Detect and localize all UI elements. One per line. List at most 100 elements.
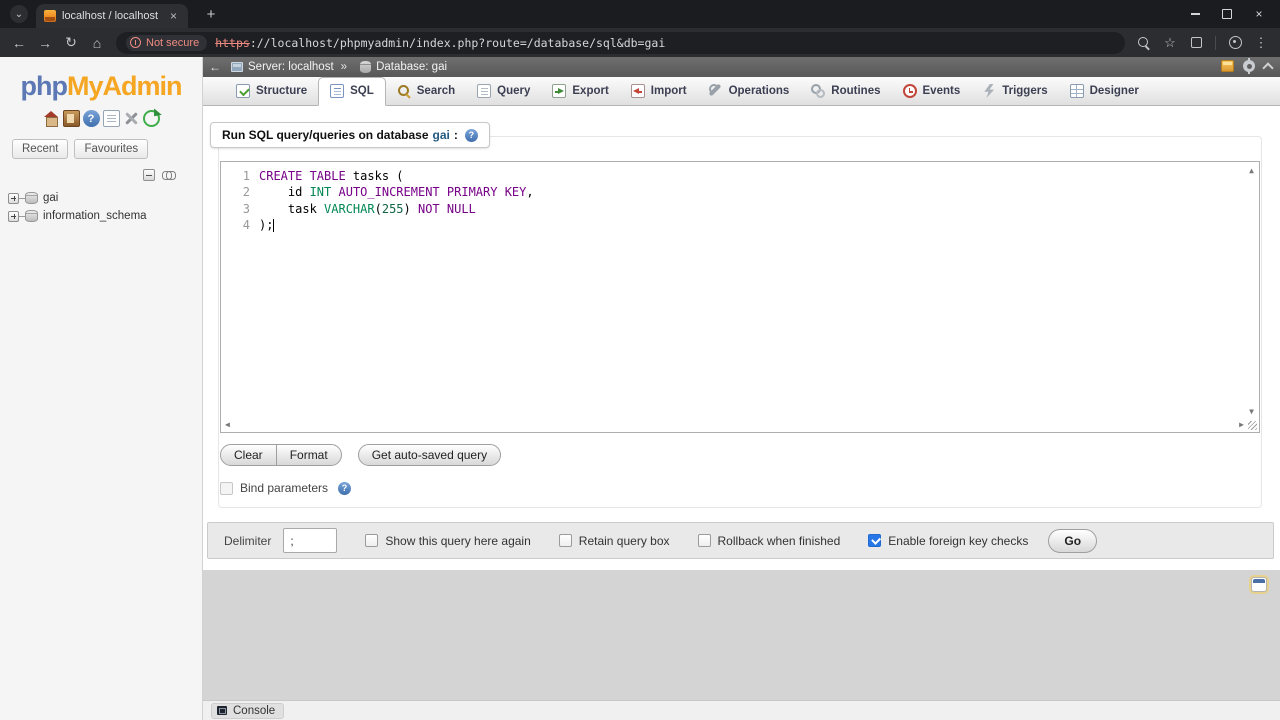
collapse-header-icon[interactable]	[1262, 62, 1273, 73]
retain-query-box-option[interactable]: Retain query box	[559, 534, 670, 548]
editor-line: 1CREATE TABLE tasks (	[221, 168, 1259, 184]
tab-events[interactable]: Events	[892, 78, 972, 105]
sidebar-collapse-icon[interactable]: ←	[205, 60, 225, 74]
home-icon[interactable]	[43, 110, 60, 127]
recent-button[interactable]: Recent	[12, 139, 68, 159]
back-icon[interactable]: ←	[8, 32, 30, 54]
close-button[interactable]: ×	[1246, 3, 1272, 25]
fk-checks-label: Enable foreign key checks	[888, 534, 1028, 548]
bind-parameters-checkbox[interactable]	[220, 482, 233, 495]
warning-icon	[130, 37, 141, 48]
get-autosaved-query-button[interactable]: Get auto-saved query	[358, 444, 501, 466]
forward-icon[interactable]: →	[34, 32, 56, 54]
menu-dots-icon[interactable]: ⋮	[1250, 32, 1272, 54]
collapse-all-icon[interactable]	[143, 169, 155, 181]
expand-icon[interactable]	[8, 211, 19, 222]
tab-designer[interactable]: Designer	[1059, 78, 1150, 105]
tab-close-icon[interactable]: ×	[167, 9, 180, 23]
line-number: 2	[221, 184, 259, 200]
show-query-again-option[interactable]: Show this query here again	[365, 534, 530, 548]
breadcrumb-server[interactable]: Server: localhost	[231, 61, 334, 73]
toolbar-separator	[1215, 36, 1216, 50]
scroll-up-icon[interactable]: ▲	[1249, 167, 1254, 175]
tab-label-structure: Structure	[256, 85, 307, 97]
rollback-checkbox[interactable]	[698, 534, 711, 547]
help-icon[interactable]: ?	[83, 110, 100, 127]
docs-icon[interactable]	[103, 110, 120, 127]
code-segment: id	[259, 185, 310, 199]
reload-icon[interactable]: ↻	[60, 32, 82, 54]
new-tab-button[interactable]: +	[200, 3, 222, 25]
pma-logo[interactable]: phpMyAdmin	[0, 71, 202, 102]
breadcrumb-database[interactable]: Database: gai	[360, 61, 447, 73]
legend-help-icon[interactable]	[465, 129, 478, 142]
tree-item-label: gai	[43, 192, 58, 204]
tab-routines[interactable]: Routines	[800, 78, 891, 105]
favourites-button[interactable]: Favourites	[74, 139, 148, 159]
search-lens-icon[interactable]	[1137, 36, 1151, 50]
tab-label-designer: Designer	[1090, 85, 1139, 97]
tab-operations[interactable]: Operations	[698, 78, 801, 105]
tab-sql[interactable]: SQL	[318, 77, 386, 106]
tab-triggers[interactable]: Triggers	[971, 78, 1058, 105]
tree-item-information_schema[interactable]: information_schema	[0, 207, 202, 225]
show-query-again-checkbox[interactable]	[365, 534, 378, 547]
bind-parameters-help-icon[interactable]	[338, 482, 351, 495]
clear-button[interactable]: Clear	[220, 444, 277, 466]
tree-item-gai[interactable]: gai	[0, 189, 202, 207]
address-bar[interactable]: Not secure https://localhost/phpmyadmin/…	[116, 32, 1125, 54]
logo-myadmin: MyAdmin	[67, 71, 182, 101]
tab-structure[interactable]: Structure	[225, 78, 318, 105]
home-icon[interactable]: ⌂	[86, 32, 108, 54]
fk-checks-option[interactable]: Enable foreign key checks	[868, 534, 1028, 548]
pma-sidebar: phpMyAdmin ? Recent Favourites gai inform…	[0, 57, 203, 720]
breadcrumb: ← Server: localhost » Database: gai	[203, 57, 1280, 77]
console-toggle-button[interactable]: Console	[211, 703, 284, 719]
scroll-left-icon[interactable]: ◀	[225, 421, 230, 429]
expand-icon[interactable]	[8, 193, 19, 204]
tab-label-search: Search	[417, 85, 455, 97]
legend-db-link[interactable]: gai	[433, 128, 450, 142]
preferences-gear-icon[interactable]	[1243, 60, 1255, 72]
reload-nav-icon[interactable]	[143, 110, 160, 127]
console-window-icon[interactable]	[1221, 60, 1234, 72]
editor-resize-grip[interactable]	[1248, 421, 1257, 430]
format-button[interactable]: Format	[276, 444, 342, 466]
bookmark-star-icon[interactable]: ☆	[1159, 32, 1181, 54]
triggers-icon	[982, 84, 996, 98]
profile-icon[interactable]	[1229, 36, 1242, 49]
sql-editor[interactable]: 1CREATE TABLE tasks (2 id INT AUTO_INCRE…	[220, 161, 1260, 433]
rollback-option[interactable]: Rollback when finished	[698, 534, 841, 548]
tab-import[interactable]: Import	[620, 78, 698, 105]
scroll-right-icon[interactable]: ▶	[1239, 421, 1244, 429]
restore-button[interactable]	[1214, 3, 1240, 25]
go-button[interactable]: Go	[1048, 529, 1097, 553]
editor-line: 4);	[221, 217, 1259, 233]
retain-query-box-checkbox[interactable]	[559, 534, 572, 547]
browser-tab[interactable]: localhost / localhost / g ×	[36, 4, 188, 28]
browser-toolbar: ← → ↻ ⌂ Not secure https://localhost/php…	[0, 28, 1280, 57]
settings-icon[interactable]	[123, 110, 140, 127]
retain-query-box-label: Retain query box	[579, 534, 670, 548]
tab-query[interactable]: Query	[466, 78, 541, 105]
tab-search[interactable]: Search	[386, 78, 466, 105]
tab-search-button[interactable]: ⌄	[10, 5, 28, 23]
not-secure-label: Not secure	[146, 37, 199, 49]
delimiter-input[interactable]	[283, 528, 337, 553]
tab-export[interactable]: Export	[541, 78, 619, 105]
show-query-again-label: Show this query here again	[385, 534, 530, 548]
logout-icon[interactable]	[63, 110, 80, 127]
fk-checks-checkbox[interactable]	[868, 534, 881, 547]
scroll-down-icon[interactable]: ▼	[1249, 408, 1254, 416]
link-with-main-icon[interactable]	[162, 171, 176, 179]
code-segment: NOT NULL	[418, 202, 476, 216]
tab-label-sql: SQL	[350, 85, 374, 97]
not-secure-badge[interactable]: Not secure	[126, 35, 207, 51]
breadcrumb-server-label: Server: localhost	[248, 61, 334, 73]
extensions-icon[interactable]	[1191, 37, 1202, 48]
minimize-button[interactable]	[1182, 3, 1208, 25]
code-segment	[331, 185, 338, 199]
editor-line: 2 id INT AUTO_INCREMENT PRIMARY KEY,	[221, 184, 1259, 200]
maximize-page-icon[interactable]	[1251, 577, 1267, 592]
query-legend: Run SQL query/queries on database gai:	[210, 122, 490, 148]
